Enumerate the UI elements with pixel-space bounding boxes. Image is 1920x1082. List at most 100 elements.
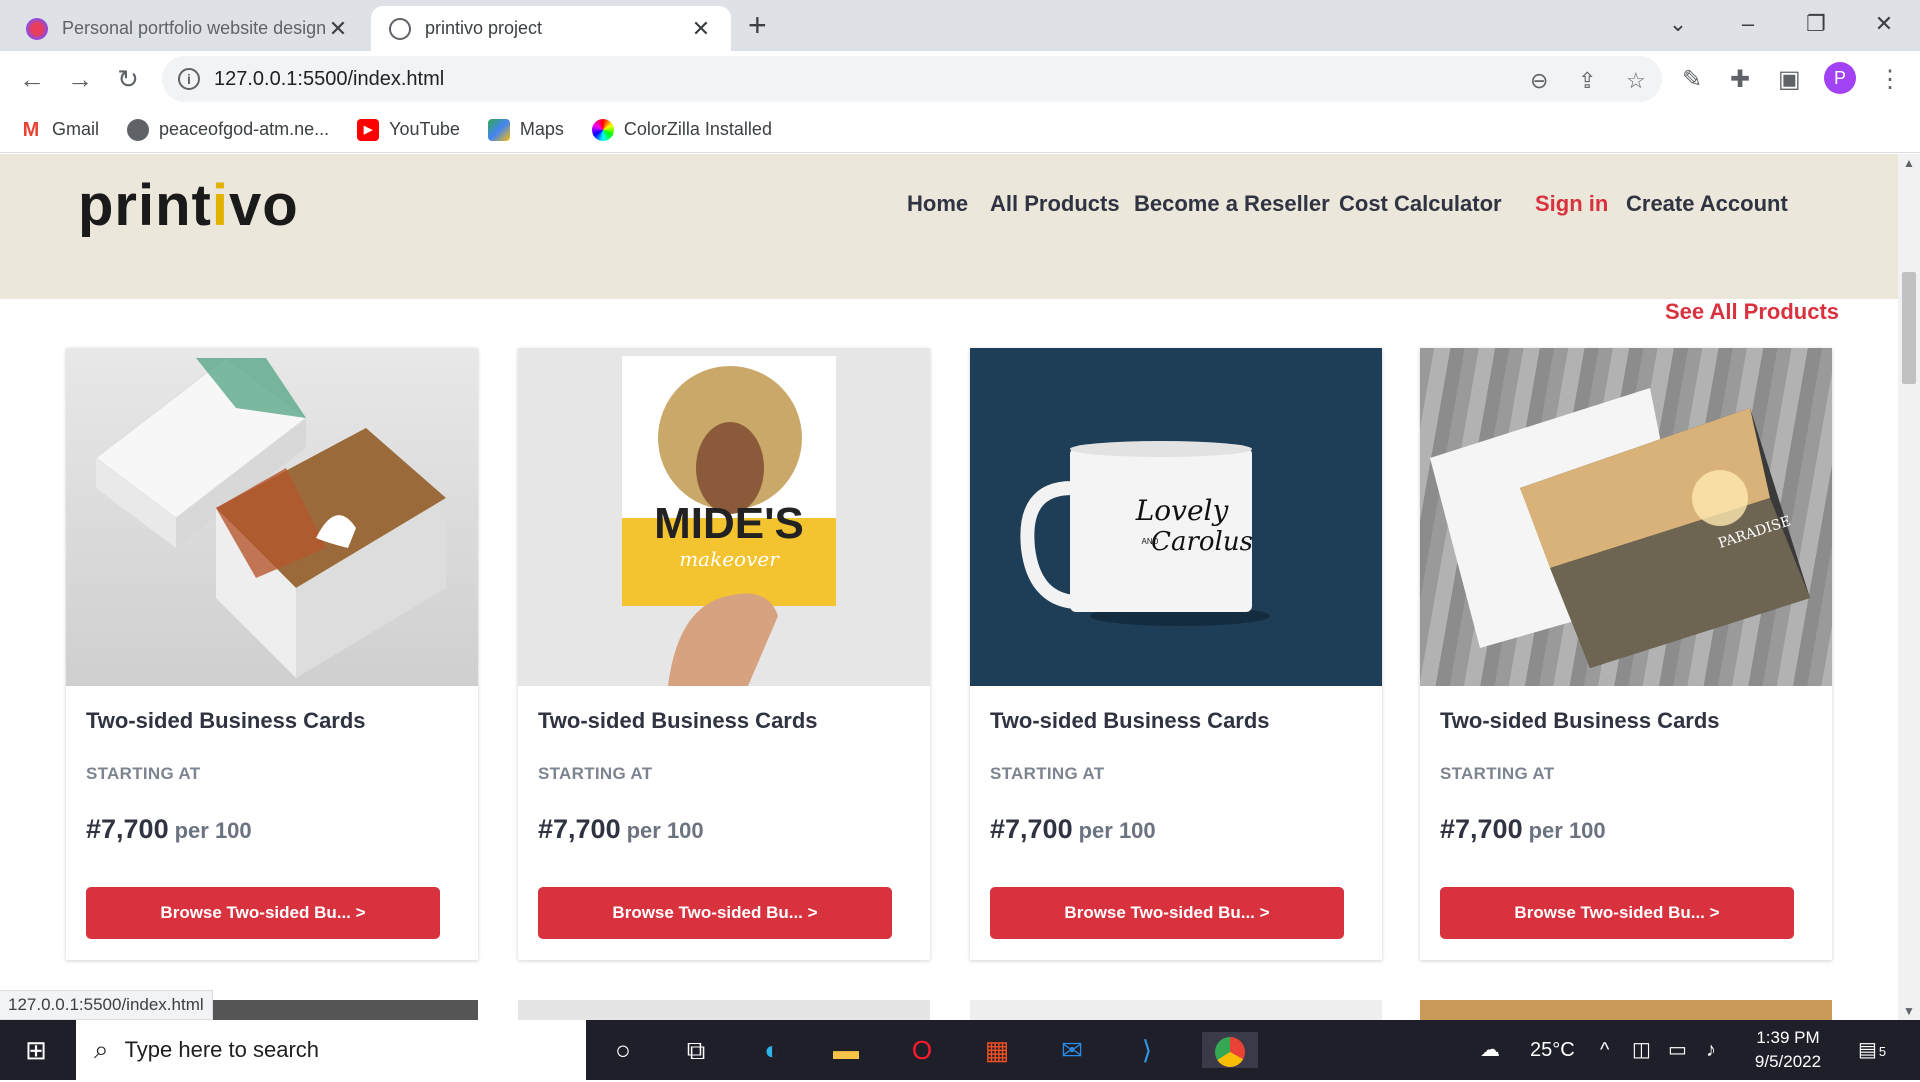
see-all-products-link[interactable]: See All Products <box>1665 299 1839 325</box>
starting-at-label: STARTING AT <box>1440 764 1555 783</box>
tab-printivo[interactable]: printivo project ✕ <box>371 6 731 51</box>
product-card: Two-sided Business Cards STARTING AT #7,… <box>66 348 478 960</box>
browse-button[interactable]: Browse Two-sided Bu... > <box>538 887 892 939</box>
price-value: #7,700 <box>990 814 1073 844</box>
browse-button[interactable]: Browse Two-sided Bu... > <box>990 887 1344 939</box>
product-image-flyer[interactable]: MIDE'S makeover <box>518 348 930 686</box>
product-name: Two-sided Business Cards <box>538 708 818 733</box>
product-image-postcards[interactable]: PARADISE <box>1420 348 1832 686</box>
bookmark-maps[interactable]: Maps <box>487 118 564 141</box>
bookmark-peaceofgod[interactable]: peaceofgod-atm.ne... <box>127 118 330 141</box>
browse-button[interactable]: Browse Two-sided Bu... > <box>1440 887 1794 939</box>
back-button[interactable]: ← <box>12 59 52 99</box>
scroll-down-icon[interactable]: ▼ <box>1898 1004 1920 1018</box>
side-panel-icon[interactable]: ▣ <box>1778 65 1801 94</box>
date: 9/5/2022 <box>1754 1052 1822 1071</box>
bookmark-youtube[interactable]: ▶ YouTube <box>357 118 460 141</box>
mail-icon[interactable]: ✉ <box>1052 1032 1092 1068</box>
flyer-title: MIDE'S <box>654 499 804 548</box>
eyedropper-icon[interactable]: ✎ <box>1682 65 1702 94</box>
notifications-icon[interactable]: ▤ 5 <box>1858 1020 1886 1080</box>
search-icon: ⌕ <box>94 1034 109 1064</box>
product-image-mug[interactable]: Lovely AND Carolus <box>970 348 1382 686</box>
gmail-icon: M <box>22 118 40 141</box>
taskbar-search[interactable]: ⌕ Type here to search <box>76 1020 586 1080</box>
minimize-button[interactable]: – <box>1718 4 1778 44</box>
price-unit: per 100 <box>1528 818 1606 843</box>
profile-avatar[interactable]: P <box>1824 62 1856 94</box>
nav-home[interactable]: Home <box>907 191 968 217</box>
browser-tab-strip: Personal portfolio website design ✕ prin… <box>0 0 1920 51</box>
menu-kebab-icon[interactable]: ⋮ <box>1878 65 1902 94</box>
nav-create-account[interactable]: Create Account <box>1626 191 1788 217</box>
opera-icon[interactable]: O <box>902 1032 942 1068</box>
bookmark-colorzilla[interactable]: ColorZilla Installed <box>591 118 772 141</box>
nav-all-products[interactable]: All Products <box>990 191 1120 217</box>
bookmark-label: peaceofgod-atm.ne... <box>159 119 330 139</box>
nav-become-reseller[interactable]: Become a Reseller <box>1134 191 1330 217</box>
page-scrollbar[interactable]: ▲ ▼ <box>1898 154 1920 1020</box>
tray-chevron-icon[interactable]: ^ <box>1600 1020 1609 1080</box>
close-window-button[interactable]: ✕ <box>1854 4 1914 44</box>
bookmark-label: Maps <box>519 119 564 139</box>
windows-start-icon[interactable]: ⊞ <box>16 1032 56 1068</box>
forward-button[interactable]: → <box>60 59 100 99</box>
edge-icon[interactable]: ◐ <box>752 1032 792 1068</box>
product-price: #7,700 per 100 <box>86 814 252 845</box>
price-unit: per 100 <box>1078 818 1156 843</box>
scrollbar-thumb[interactable] <box>1902 272 1916 384</box>
canva-icon <box>26 17 48 40</box>
vscode-icon[interactable]: ⟩ <box>1127 1032 1167 1068</box>
product-image-next[interactable] <box>970 1000 1382 1020</box>
volume-icon[interactable]: ♪ <box>1706 1020 1716 1080</box>
chrome-icon[interactable] <box>1202 1032 1258 1068</box>
tab-search-icon[interactable]: ⌄ <box>1648 4 1708 44</box>
globe-icon <box>127 118 150 141</box>
store-icon[interactable]: ▦ <box>977 1032 1017 1068</box>
tab-portfolio[interactable]: Personal portfolio website design ✕ <box>8 6 368 51</box>
task-view-icon[interactable]: ⧉ <box>676 1032 716 1068</box>
file-explorer-icon[interactable]: ▬ <box>826 1032 866 1068</box>
scroll-up-icon[interactable]: ▲ <box>1898 156 1920 170</box>
nav-cost-calculator[interactable]: Cost Calculator <box>1339 191 1502 217</box>
bookmark-gmail[interactable]: M Gmail <box>20 119 99 141</box>
site-info-icon[interactable]: i <box>178 68 200 90</box>
reload-button[interactable]: ↻ <box>108 59 148 99</box>
clock[interactable]: 1:39 PM 9/5/2022 <box>1740 1026 1836 1074</box>
browse-button[interactable]: Browse Two-sided Bu... > <box>86 887 440 939</box>
product-card: Lovely AND Carolus Two-sided Business Ca… <box>970 348 1382 960</box>
meet-icon[interactable]: ◫ <box>1632 1020 1651 1080</box>
maps-icon <box>487 118 510 141</box>
zoom-icon[interactable]: ⊖ <box>1530 68 1548 94</box>
browser-toolbar: ← → ↻ i 127.0.0.1:5500/index.html ⊖ ⇪ ☆ … <box>0 51 1920 107</box>
bookmark-label: Gmail <box>52 119 100 139</box>
mug-text-line1: Lovely <box>1135 494 1230 527</box>
battery-icon[interactable]: ▭ <box>1668 1020 1687 1080</box>
youtube-icon: ▶ <box>357 118 380 141</box>
new-tab-button[interactable]: + <box>748 8 767 42</box>
url-text: 127.0.0.1:5500/index.html <box>214 68 445 90</box>
flyer-subtitle: makeover <box>679 547 780 571</box>
cortana-icon[interactable]: ○ <box>603 1032 643 1068</box>
product-image-business-cards[interactable] <box>66 348 478 686</box>
notification-count: 5 <box>1878 1044 1887 1059</box>
tab-title: Personal portfolio website design <box>62 18 326 38</box>
product-image-next[interactable] <box>1420 1000 1832 1020</box>
temperature[interactable]: 25°C <box>1530 1020 1575 1080</box>
close-tab-icon[interactable]: ✕ <box>326 16 350 42</box>
globe-icon <box>389 17 411 40</box>
price-unit: per 100 <box>174 818 252 843</box>
product-price: #7,700 per 100 <box>1440 814 1606 845</box>
product-name: Two-sided Business Cards <box>86 708 366 733</box>
search-placeholder: Type here to search <box>124 1037 320 1062</box>
product-image-next[interactable] <box>518 1000 930 1020</box>
bookmark-star-icon[interactable]: ☆ <box>1626 68 1646 94</box>
nav-sign-in[interactable]: Sign in <box>1535 191 1608 217</box>
close-tab-icon[interactable]: ✕ <box>689 16 713 42</box>
restore-button[interactable]: ❐ <box>1786 4 1846 44</box>
tab-title: printivo project <box>425 18 543 38</box>
weather-icon[interactable]: ☁ <box>1480 1020 1500 1080</box>
address-bar[interactable]: i 127.0.0.1:5500/index.html ⊖ ⇪ ☆ <box>162 56 1662 102</box>
extensions-icon[interactable]: ✚ <box>1730 65 1750 94</box>
share-icon[interactable]: ⇪ <box>1578 68 1596 94</box>
